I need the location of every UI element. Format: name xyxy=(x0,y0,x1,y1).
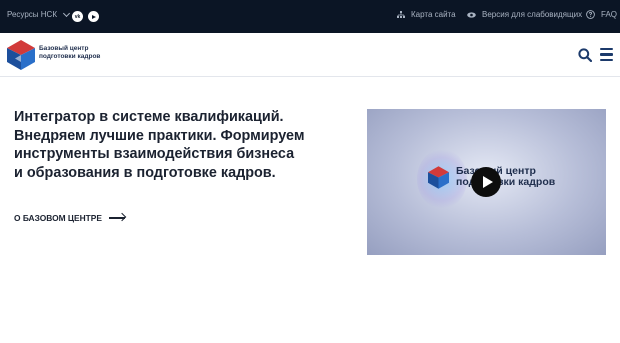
resources-label: Ресурсы НСК xyxy=(7,10,57,19)
top-bar: Ресурсы НСК vk Карта сайта Версия для сл… xyxy=(0,0,620,33)
hero-line3: инструменты взаимодействия бизнеса xyxy=(14,146,295,163)
accessibility-version-label: Версия для слабовидящих xyxy=(482,10,583,19)
vk-glyph: vk xyxy=(74,13,81,20)
chevron-down-icon xyxy=(62,9,71,17)
sitemap-link[interactable]: Карта сайта xyxy=(397,10,456,19)
site-header: Базовый центр подготовки кадров xyxy=(0,33,620,77)
logo-icon[interactable] xyxy=(7,40,35,70)
question-circle-icon xyxy=(586,10,595,19)
sitemap-icon xyxy=(397,10,405,18)
youtube-play-glyph xyxy=(92,14,96,19)
play-icon xyxy=(482,176,493,188)
search-icon[interactable] xyxy=(578,48,592,62)
hero-heading: Интегратор в системе квалификаций. Внедр… xyxy=(14,108,334,182)
about-center-link[interactable]: О БАЗОВОМ ЦЕНТРЕ xyxy=(14,213,125,223)
resources-dropdown[interactable]: Ресурсы НСК xyxy=(7,9,71,19)
arrow-right-icon xyxy=(108,217,125,219)
hero-line1: Интегратор в системе квалификаций. xyxy=(14,109,284,125)
hero-line2: Внедряем лучшие практики. Формируем xyxy=(14,127,305,144)
faq-link[interactable]: FAQ xyxy=(586,10,617,19)
hamburger-menu-icon[interactable] xyxy=(600,48,613,61)
logo-line1: Базовый центр xyxy=(39,45,89,52)
logo-text[interactable]: Базовый центр подготовки кадров xyxy=(39,45,100,60)
youtube-icon[interactable] xyxy=(88,11,99,22)
accessibility-version-link[interactable]: Версия для слабовидящих xyxy=(467,10,582,19)
eye-icon xyxy=(467,11,476,18)
logo-line2: подготовки кадров xyxy=(39,52,101,60)
promo-video[interactable]: Базовый центр подготовки кадров xyxy=(367,109,606,255)
video-play-button[interactable] xyxy=(471,167,501,197)
video-logo-icon xyxy=(428,166,449,189)
vk-icon[interactable]: vk xyxy=(72,11,83,22)
sitemap-label: Карта сайта xyxy=(411,10,456,19)
faq-label: FAQ xyxy=(601,10,618,19)
hero-line4: и образования в подготовке кадров. xyxy=(14,164,276,181)
about-center-label: О БАЗОВОМ ЦЕНТРЕ xyxy=(14,213,102,223)
